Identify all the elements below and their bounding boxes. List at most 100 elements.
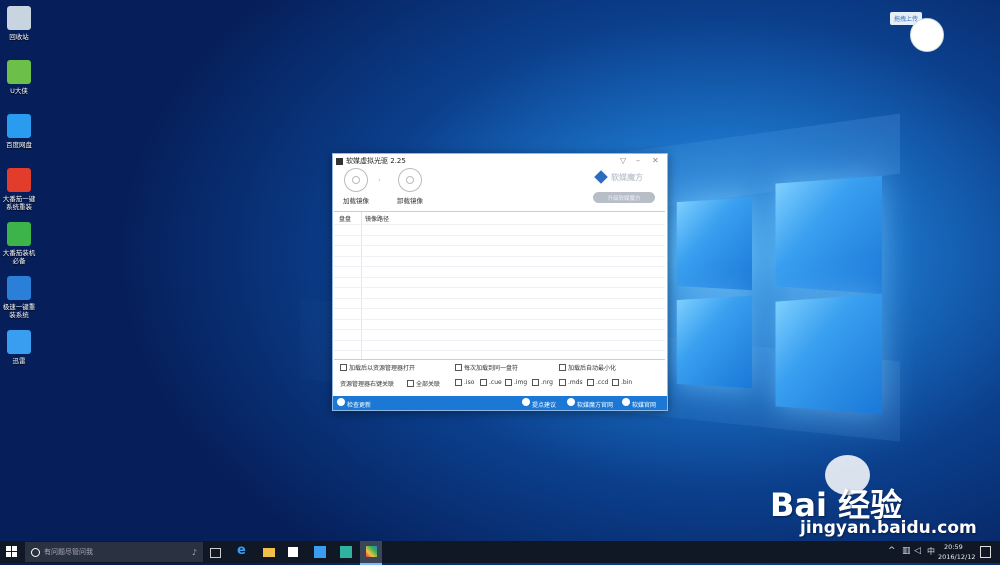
checkbox[interactable] <box>480 379 487 386</box>
option-label: .img <box>514 379 528 386</box>
desktop-icon[interactable]: 迅雷 <box>0 330 38 365</box>
task-view-icon[interactable] <box>210 548 221 558</box>
ruanmei-site-link[interactable]: 软媒官网 <box>632 400 656 409</box>
feedback-icon <box>522 398 530 406</box>
xunlei-icon[interactable] <box>314 546 326 558</box>
search-box[interactable]: 有问题尽管问我 ♪ <box>25 542 203 562</box>
option-label: 加载后自动最小化 <box>568 365 617 372</box>
wallpaper-logo-pane <box>775 293 882 415</box>
desktop-icon-image <box>7 168 31 192</box>
desktop-icon-label: 极速一键重装系统 <box>2 303 36 319</box>
status-bar: 检查更新 提点建议 软媒魔方官网 软媒官网 <box>333 396 667 410</box>
check-update-link[interactable]: 检查更新 <box>347 400 371 409</box>
assoc-label: 资源管理器右键关联 <box>340 379 394 388</box>
search-placeholder: 有问题尽管问我 <box>44 548 93 556</box>
brand-logo: 软媒魔方 <box>594 170 643 184</box>
edge-icon[interactable]: e <box>237 543 249 558</box>
unmount-image-button[interactable]: 卸载镜像 <box>395 168 425 205</box>
file-explorer-icon[interactable] <box>263 548 275 557</box>
chevron-right-icon: › <box>378 176 381 184</box>
mofang-icon <box>567 398 575 406</box>
option-all-assoc[interactable]: 全部关联 <box>407 379 440 388</box>
minimize-button[interactable]: – <box>636 156 640 165</box>
wallpaper-logo-pane <box>775 175 882 295</box>
option-label: .nrg <box>541 379 553 386</box>
option-ext[interactable]: .mds <box>559 379 583 386</box>
checkbox[interactable] <box>612 379 619 386</box>
table-row[interactable] <box>334 339 665 341</box>
desktop-icon-image <box>7 114 31 138</box>
table-row[interactable] <box>334 287 665 288</box>
checkbox[interactable] <box>587 379 594 386</box>
desktop-icon-image <box>7 222 31 246</box>
table-row[interactable] <box>334 276 665 278</box>
store-icon[interactable] <box>288 547 298 557</box>
table-row[interactable] <box>334 245 665 246</box>
upgrade-button-label: 升级软媒魔方 <box>607 195 641 202</box>
window-title: 软媒虚拟光驱 2.25 <box>346 157 406 165</box>
tray-chevron-icon[interactable]: ^ <box>888 546 896 556</box>
checkbox[interactable] <box>340 364 347 371</box>
option-open-explorer[interactable]: 加载后以资源管理器打开 <box>340 363 415 372</box>
table-row[interactable] <box>334 234 665 236</box>
mount-image-button[interactable]: 加载镜像 <box>341 168 371 205</box>
ime-indicator[interactable]: 中 <box>927 546 935 557</box>
desktop-icon[interactable]: 大番茄装机必备 <box>0 222 38 265</box>
option-label: .mds <box>568 379 583 386</box>
table-row[interactable] <box>334 318 665 320</box>
mount-image-label: 加载镜像 <box>343 197 369 205</box>
table-row[interactable] <box>334 329 665 330</box>
skin-icon[interactable]: ▽ <box>620 156 626 165</box>
desktop-icon[interactable]: 百度网盘 <box>0 114 38 149</box>
disc-icon <box>398 168 422 192</box>
upload-app-icon[interactable] <box>340 546 352 558</box>
desktop-icon[interactable]: U大侠 <box>0 60 38 95</box>
table-row[interactable] <box>334 266 665 267</box>
table-row[interactable] <box>334 308 665 309</box>
desktop-icon[interactable]: 大番茄一键系统重装 <box>0 168 38 211</box>
mofang-site-link[interactable]: 软媒魔方官网 <box>577 400 613 409</box>
option-ext[interactable]: .iso <box>455 379 474 386</box>
virtual-drive-window: 软媒虚拟光驱 2.25 ▽ – ✕ 加载镜像 › 卸载镜像 软媒魔方 升级软媒魔… <box>332 153 668 411</box>
update-icon <box>337 398 345 406</box>
clock-date[interactable]: 2016/12/12 <box>938 553 975 561</box>
feedback-link[interactable]: 提点建议 <box>532 400 556 409</box>
microphone-icon[interactable]: ♪ <box>192 548 197 557</box>
option-ext[interactable]: .cue <box>480 379 502 386</box>
desktop-icon-image <box>7 60 31 84</box>
option-label: .ccd <box>596 379 609 386</box>
upload-widget[interactable]: 拖拽上传 <box>890 12 944 52</box>
close-button[interactable]: ✕ <box>652 156 659 165</box>
checkbox[interactable] <box>407 380 414 387</box>
virtual-drive-taskbar-icon[interactable] <box>360 541 382 565</box>
table-row[interactable] <box>334 255 665 257</box>
network-icon[interactable]: ▥ <box>902 546 911 556</box>
checkbox[interactable] <box>559 379 566 386</box>
table-row[interactable] <box>334 224 665 225</box>
checkbox[interactable] <box>455 379 462 386</box>
checkbox[interactable] <box>532 379 539 386</box>
option-auto-minimize[interactable]: 加载后自动最小化 <box>559 363 616 372</box>
table-row[interactable] <box>334 350 665 351</box>
volume-icon[interactable]: ◁ <box>914 546 921 556</box>
option-ext[interactable]: .img <box>505 379 527 386</box>
table-row[interactable] <box>334 297 665 299</box>
option-ext[interactable]: .nrg <box>532 379 553 386</box>
window-titlebar: 软媒虚拟光驱 2.25 <box>333 154 667 168</box>
clock-time[interactable]: 20:59 <box>944 543 963 551</box>
notification-icon[interactable] <box>980 546 991 558</box>
option-ext[interactable]: .ccd <box>587 379 608 386</box>
desktop-icon-image <box>7 276 31 300</box>
brand-name: 软媒魔方 <box>611 172 643 182</box>
checkbox[interactable] <box>559 364 566 371</box>
upgrade-button[interactable]: 升级软媒魔方 <box>593 192 655 203</box>
watermark-url: jingyan.baidu.com <box>800 518 977 538</box>
option-same-drive[interactable]: 每次加载到同一盘符 <box>455 363 518 372</box>
option-ext[interactable]: .bin <box>612 379 632 386</box>
start-button[interactable] <box>6 546 17 557</box>
checkbox[interactable] <box>505 379 512 386</box>
checkbox[interactable] <box>455 364 462 371</box>
desktop-icon[interactable]: 极速一键重装系统 <box>0 276 38 319</box>
desktop-icon[interactable]: 回收站 <box>0 6 38 41</box>
desktop-icon-label: U大侠 <box>10 87 28 95</box>
